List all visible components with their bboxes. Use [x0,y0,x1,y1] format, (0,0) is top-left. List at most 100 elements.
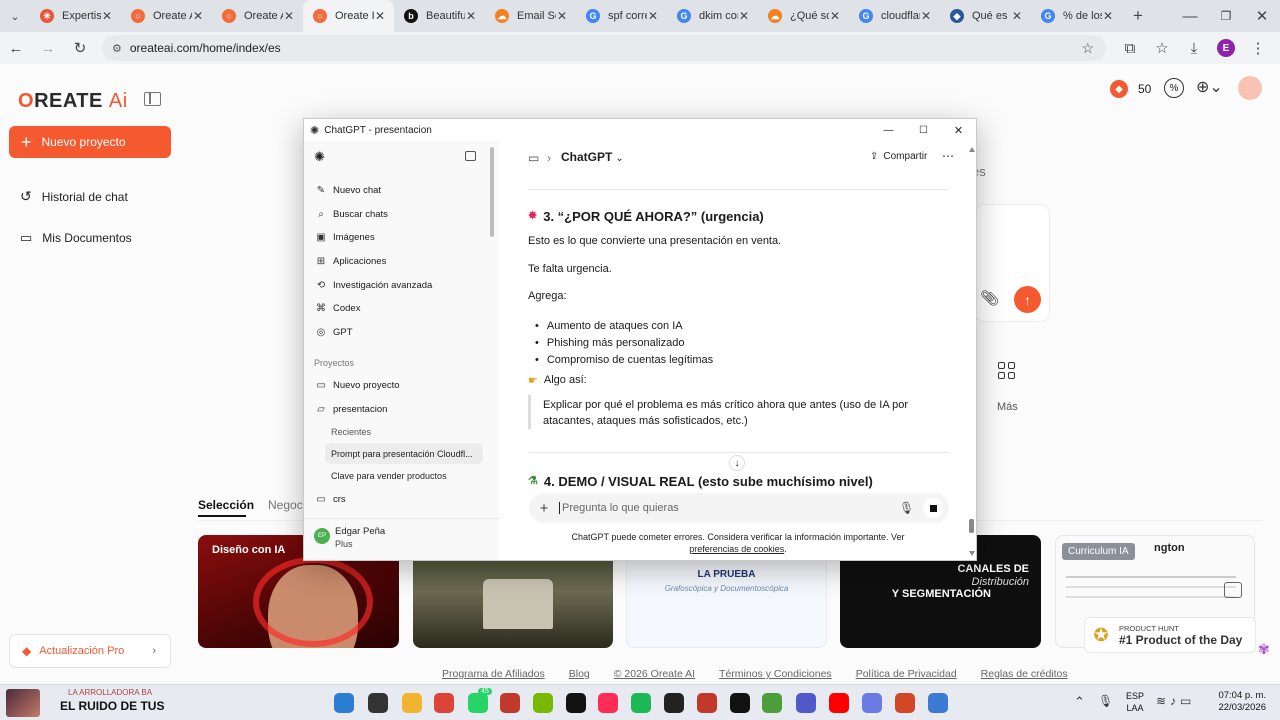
sidebar-item-aplicaciones[interactable]: ⊞ Aplicaciones [304,250,491,274]
browser-tab[interactable]: G% de los ✕ [1031,0,1122,32]
browser-tab[interactable]: b Beautiful ✕ [394,0,485,32]
brain-icon[interactable]: ✾ [1258,641,1270,658]
youtube-icon[interactable] [829,693,849,713]
sidebar-item-buscar-chats[interactable]: ⌕ Buscar chats [304,203,491,227]
tab-close-icon[interactable]: ✕ [738,9,750,23]
bookmark-star-icon[interactable]: ☆ [1081,40,1094,57]
footer-link[interactable]: Reglas de créditos [981,668,1068,680]
sidebar-scrollbar[interactable] [490,147,494,237]
tab-close-icon[interactable]: ✕ [1102,9,1114,23]
minimize-icon[interactable]: — [871,125,906,136]
send-button[interactable]: ↑ [1014,286,1041,313]
browser-tab[interactable]: ☁¿Qué sor✕ [758,0,849,32]
sidebar-item-nuevo-chat[interactable]: ✎ Nuevo chat [304,179,491,203]
browser-menu-icon[interactable]: ⋮ [1242,34,1274,62]
product-hunt-badge[interactable]: ✪ PRODUCT HUNT #1 Product of the Day [1084,617,1256,653]
tab-close-icon[interactable]: ✕ [1011,9,1023,23]
globe-icon[interactable]: ⊕⌄ [1196,77,1223,97]
tab-search-icon[interactable]: ⌄ [0,2,30,30]
nvidia-icon[interactable] [533,693,553,713]
tab-close-icon[interactable]: ✕ [829,9,841,23]
language-indicator[interactable]: ESP LAA [1126,690,1144,714]
model-selector[interactable]: ChatGPT ⌄ [561,150,624,164]
bookmarks-icon[interactable]: ☆ [1146,34,1178,62]
browser-tab[interactable]: ○Oreate AI✕ [121,0,212,32]
browser-tab[interactable]: Gspf corre ✕ [576,0,667,32]
app-icon[interactable] [598,693,618,713]
sidebar-item-chat-history[interactable]: ↺ Historial de chat [20,188,128,205]
recent-chat-active[interactable]: Prompt para presentación Cloudfl... [325,443,483,464]
tab-close-icon[interactable]: ✕ [556,9,568,23]
tab-close-icon[interactable]: ✕ [192,9,204,23]
tiktok-icon[interactable] [566,693,586,713]
credits-badge[interactable]: ◆ 50 [1110,80,1151,98]
show-hidden-icons[interactable]: ⌃ [1074,694,1085,710]
new-project-button[interactable]: + Nuevo proyecto [9,126,171,158]
openai-logo-icon[interactable]: ✺ [314,149,325,165]
chat-scrollbar[interactable] [969,141,975,560]
tab-close-icon[interactable]: ✕ [374,9,386,23]
app-icon[interactable] [664,693,684,713]
paperclip-icon[interactable]: 📎︎ [980,289,999,307]
tab-close-icon[interactable]: ✕ [101,9,113,23]
downloads-icon[interactable]: ⤓ [1178,34,1210,62]
powerpoint-icon[interactable] [895,693,915,713]
more-options-icon[interactable]: ⋯ [942,149,954,163]
clock[interactable]: 07:04 p. m. 22/03/2026 [1210,690,1266,714]
notepad-icon[interactable] [928,693,948,713]
whatsapp-icon[interactable] [468,693,488,713]
forward-arrow-icon[interactable]: → [32,34,64,62]
extensions-icon[interactable]: ⧉ [1114,34,1146,62]
sidebar-item-imágenes[interactable]: ▣ Imágenes [304,226,491,250]
sidebar-item-codex[interactable]: ⌘ Codex [304,297,491,321]
footer-link[interactable]: © 2026 Oreate AI [614,668,695,680]
grid-icon[interactable] [998,362,1016,380]
sidebar-item-presentacion[interactable]: ▱ presentacion [304,398,491,422]
browser-tab[interactable]: ○Oreate AI✕ [212,0,303,32]
chatgpt-icon[interactable] [730,693,750,713]
sidebar-item-new-project[interactable]: ▭ Nuevo proyecto [304,374,491,398]
prompt-input[interactable]: Pregunta lo que quieras [559,502,899,514]
footer-link[interactable]: Política de Privacidad [856,668,957,680]
media-thumbnail[interactable] [6,689,40,717]
footer-link[interactable]: Programa de Afiliados [442,668,545,680]
footer-link[interactable]: Términos y Condiciones [719,668,832,680]
stop-button[interactable] [923,498,943,518]
chrome-icon[interactable] [434,693,454,713]
user-name[interactable]: Edgar Peña [335,526,385,537]
media-title[interactable]: EL RUIDO DE TUS [60,699,164,713]
app-icon[interactable] [762,693,782,713]
sidebar-toggle-icon[interactable] [144,92,161,106]
new-tab-button[interactable]: + [1122,2,1154,30]
tab-seleccion[interactable]: Selección [198,498,254,512]
percent-icon[interactable]: % [1164,78,1184,98]
sidebar-toggle-icon[interactable] [465,151,476,161]
site-info-icon[interactable]: ⚙ [112,42,122,55]
address-bar[interactable]: ⚙ oreateai.com/home/index/es ☆ [102,35,1106,61]
browser-tab[interactable]: ○Oreate IA✕ [303,0,394,32]
share-button[interactable]: ⇪ Compartir [870,151,927,162]
back-arrow-icon[interactable]: ← [0,34,32,62]
user-avatar[interactable] [1238,76,1262,100]
oreate-logo[interactable]: O REATE Ai [18,90,128,113]
profile-avatar[interactable]: E [1210,34,1242,62]
scroll-down-button[interactable]: ↓ [729,455,745,471]
tab-close-icon[interactable]: ✕ [465,9,477,23]
add-attachment-icon[interactable]: + [529,500,559,517]
tab-negocio[interactable]: Negoci [268,498,305,512]
restore-icon[interactable]: ❐ [1208,2,1244,30]
sidebar-item-gpt[interactable]: ◎ GPT [304,321,491,345]
app-icon[interactable] [697,693,717,713]
recent-chat[interactable]: Clave para vender productos [331,471,447,481]
app-icon[interactable] [862,693,882,713]
feedback-icon[interactable] [1224,582,1242,598]
cookie-preferences-link[interactable]: preferencias de cookies [689,544,784,554]
user-avatar[interactable]: EP [314,528,330,544]
browser-tab[interactable]: ☁Email Se✕ [485,0,576,32]
footer-link[interactable]: Blog [569,668,590,680]
tab-close-icon[interactable]: ✕ [920,9,932,23]
system-tray-icons[interactable]: ≋♪▭ [1156,694,1195,708]
teams-icon[interactable] [796,693,816,713]
reload-icon[interactable]: ↻ [64,34,96,62]
sidebar-item-documents[interactable]: ▭ Mis Documentos [20,230,132,246]
